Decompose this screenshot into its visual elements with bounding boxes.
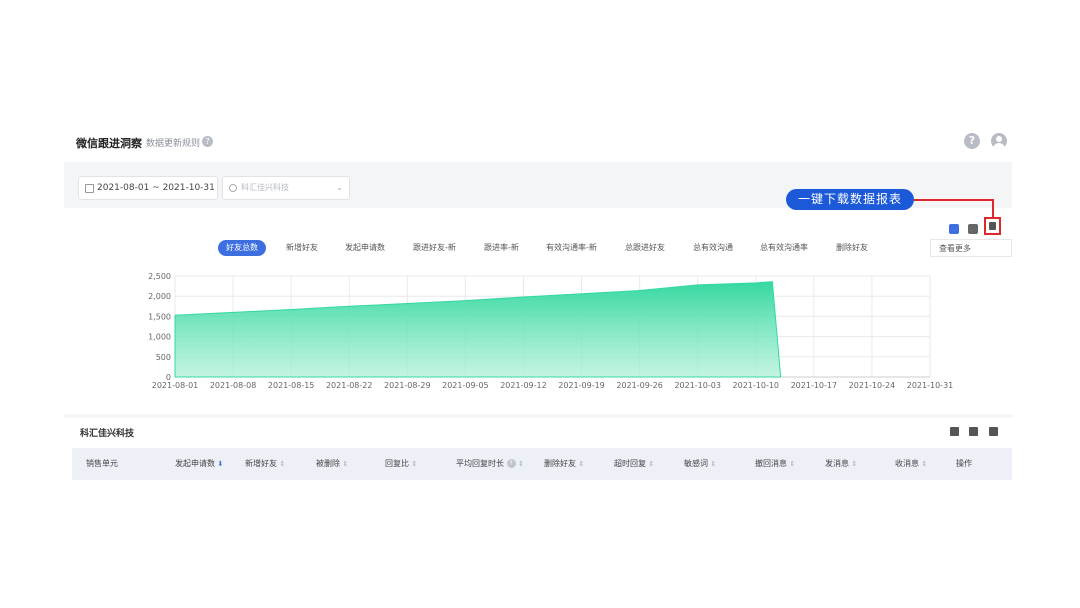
dashboard-panel: 微信跟进洞察 数据更新规则 ? ? 2021-08-01 ~ 2021-10-3… bbox=[64, 118, 1012, 480]
calendar-icon bbox=[85, 184, 94, 193]
col-timeout-reply[interactable]: 超时回复 ⇕ bbox=[614, 458, 654, 469]
sort-icon[interactable]: ⇕ bbox=[518, 460, 524, 468]
question-icon[interactable]: ? bbox=[202, 136, 213, 147]
x-tick-label: 2021-09-26 bbox=[616, 381, 663, 390]
table-title: 科汇佳兴科技 bbox=[80, 429, 135, 439]
sort-icon[interactable]: ⇕ bbox=[790, 460, 796, 468]
col-sent-msgs[interactable]: 发消息 ⇕ bbox=[825, 458, 857, 469]
col-received-msgs[interactable]: 收消息 ⇕ bbox=[895, 458, 927, 469]
y-tick-label: 1,000 bbox=[148, 333, 171, 342]
sort-desc-icon[interactable]: ⬇ bbox=[218, 460, 224, 468]
col-actions: 操作 bbox=[956, 459, 972, 468]
data-update-rule-link[interactable]: 数据更新规则 bbox=[146, 136, 200, 149]
chevron-down-icon: ⌄ bbox=[336, 183, 343, 192]
col-deleted-friends[interactable]: 删除好友 ⇕ bbox=[544, 458, 584, 469]
sort-icon[interactable]: ⇕ bbox=[579, 460, 585, 468]
chart-card: 好友总数 新增好友 发起申请数 跟进好友-新 跟进率-新 有效沟通率-新 总跟进… bbox=[64, 208, 1012, 414]
page-title: 微信跟进洞察 bbox=[76, 137, 142, 150]
x-tick-label: 2021-10-10 bbox=[733, 381, 780, 390]
x-tick-label: 2021-09-05 bbox=[442, 381, 489, 390]
page-header: 微信跟进洞察 数据更新规则 ? ? bbox=[64, 118, 1012, 162]
x-tick-label: 2021-09-12 bbox=[500, 381, 547, 390]
sort-icon[interactable]: ⇕ bbox=[412, 460, 418, 468]
search-icon bbox=[229, 184, 237, 192]
download-icon[interactable] bbox=[969, 427, 978, 436]
download-icon bbox=[989, 222, 996, 230]
friends-area-chart: 05001,0001,5002,0002,500 2021-08-01 2021-… bbox=[148, 272, 954, 390]
col-new-friends[interactable]: 新增好友 ⇕ bbox=[245, 458, 285, 469]
callout-connector bbox=[914, 199, 993, 201]
sort-icon[interactable]: ⇕ bbox=[711, 460, 717, 468]
date-range-value: 2021-08-01 ~ 2021-10-31 bbox=[97, 183, 215, 193]
y-tick-label: 1,500 bbox=[148, 312, 171, 321]
org-search-select[interactable]: 科汇佳兴科技 ⌄ bbox=[222, 176, 350, 200]
date-range-picker[interactable]: 2021-08-01 ~ 2021-10-31 bbox=[78, 176, 218, 200]
x-tick-label: 2021-10-24 bbox=[849, 381, 896, 390]
help-icon[interactable]: ? bbox=[964, 133, 980, 149]
x-tick-label: 2021-08-08 bbox=[210, 381, 256, 390]
data-table: 科汇佳兴科技 销售单元 发起申请数 ⬇ 新增好友 ⇕ 被删除 ⇕ 回复比 ⇕ 平… bbox=[64, 418, 1012, 480]
sort-icon[interactable]: ⇕ bbox=[343, 460, 349, 468]
col-reply-ratio[interactable]: 回复比 ⇕ bbox=[385, 458, 417, 469]
x-tick-label: 2021-08-22 bbox=[326, 381, 373, 390]
download-report-button[interactable] bbox=[984, 217, 1001, 235]
user-avatar-icon[interactable] bbox=[991, 133, 1007, 149]
org-search-placeholder: 科汇佳兴科技 bbox=[241, 183, 289, 192]
sort-icon[interactable]: ⇕ bbox=[852, 460, 858, 468]
table-header: 销售单元 发起申请数 ⬇ 新增好友 ⇕ 被删除 ⇕ 回复比 ⇕ 平均回复时长 ?… bbox=[72, 448, 1012, 480]
col-deleted-by[interactable]: 被删除 ⇕ bbox=[316, 458, 348, 469]
y-tick-label: 2,500 bbox=[148, 272, 171, 281]
col-sales-unit[interactable]: 销售单元 bbox=[86, 458, 118, 469]
col-avg-reply-time[interactable]: 平均回复时长 ? ⇕ bbox=[456, 458, 524, 469]
download-callout: 一键下载数据报表 bbox=[786, 189, 914, 210]
x-tick-label: 2021-10-03 bbox=[674, 381, 721, 390]
sort-icon[interactable]: ⇕ bbox=[922, 460, 928, 468]
y-tick-label: 2,000 bbox=[148, 292, 171, 301]
sort-icon[interactable]: ⇕ bbox=[649, 460, 655, 468]
y-tick-label: 500 bbox=[156, 353, 171, 362]
callout-connector-vertical bbox=[992, 199, 994, 218]
x-tick-label: 2021-10-31 bbox=[907, 381, 954, 390]
x-tick-label: 2021-10-17 bbox=[791, 381, 838, 390]
sort-icon[interactable]: ⇕ bbox=[280, 460, 286, 468]
x-tick-label: 2021-08-01 bbox=[152, 381, 199, 390]
col-requests[interactable]: 发起申请数 ⬇ bbox=[175, 458, 223, 469]
x-tick-label: 2021-09-19 bbox=[558, 381, 605, 390]
question-icon[interactable]: ? bbox=[506, 459, 516, 468]
edit-icon[interactable] bbox=[989, 427, 998, 436]
col-recalled-msgs[interactable]: 撤回消息 ⇕ bbox=[755, 458, 795, 469]
x-tick-label: 2021-08-15 bbox=[268, 381, 315, 390]
folder-icon[interactable] bbox=[950, 427, 959, 436]
x-tick-label: 2021-08-29 bbox=[384, 381, 431, 390]
col-sensitive-words[interactable]: 敏感词 ⇕ bbox=[684, 458, 716, 469]
